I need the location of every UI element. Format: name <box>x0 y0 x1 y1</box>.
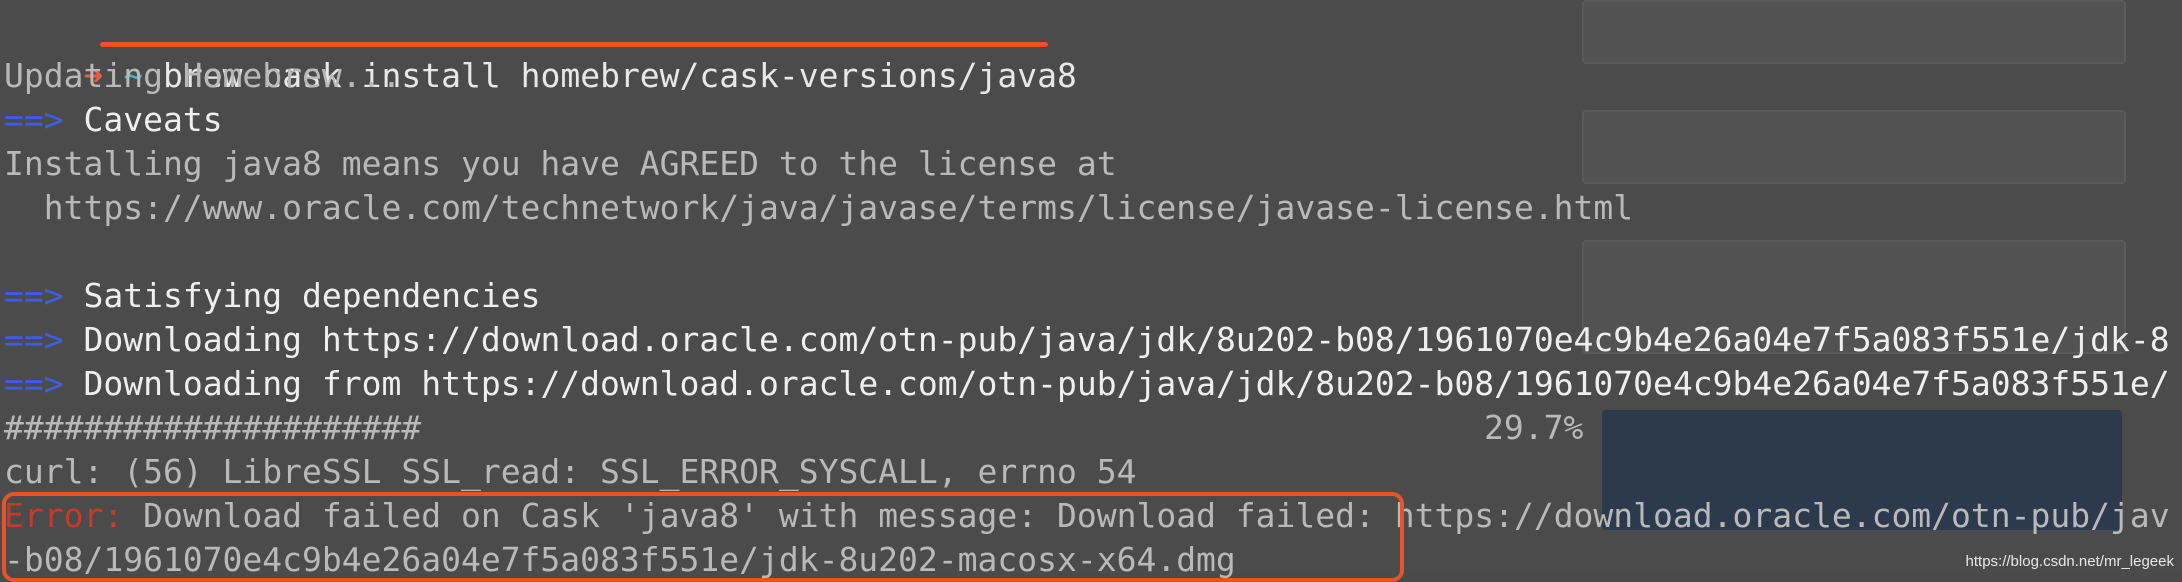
section-title: Satisfying dependencies <box>83 276 541 315</box>
output-downloading: ==> Downloading https://download.oracle.… <box>4 318 2170 362</box>
output-updating: Updating Homebrew... <box>4 56 402 95</box>
output-license-url: https://www.oracle.com/technetwork/java/… <box>4 188 1634 227</box>
background-panel <box>1582 0 2126 64</box>
progress-percent: 29.7% <box>1484 408 1584 447</box>
section-title: Caveats <box>83 100 223 139</box>
section-marker: ==> <box>4 100 64 139</box>
output-curl-error: curl: (56) LibreSSL SSL_read: SSL_ERROR_… <box>4 452 1137 491</box>
background-panel <box>1582 110 2126 184</box>
section-marker: ==> <box>4 276 64 315</box>
output-license-text: Installing java8 means you have AGREED t… <box>4 144 1117 183</box>
download-url: Downloading from https://download.oracle… <box>83 364 2170 403</box>
section-marker: ==> <box>4 364 64 403</box>
watermark: https://blog.csdn.net/mr_legeek <box>1965 553 2174 570</box>
background-webpage <box>1582 0 2142 574</box>
error-highlight-box <box>2 492 1404 582</box>
output-dependencies: ==> Satisfying dependencies <box>4 274 540 318</box>
download-url: Downloading https://download.oracle.com/… <box>83 320 2170 359</box>
progress-bar: ##################### <box>4 408 422 447</box>
terminal-window[interactable]: ➜ ~ brew cask install homebrew/cask-vers… <box>0 0 2182 582</box>
output-downloading-from: ==> Downloading from https://download.or… <box>4 362 2170 406</box>
section-marker: ==> <box>4 320 64 359</box>
output-caveats: ==> Caveats <box>4 98 223 142</box>
prompt-line: ➜ ~ brew cask install homebrew/cask-vers… <box>4 10 1076 95</box>
